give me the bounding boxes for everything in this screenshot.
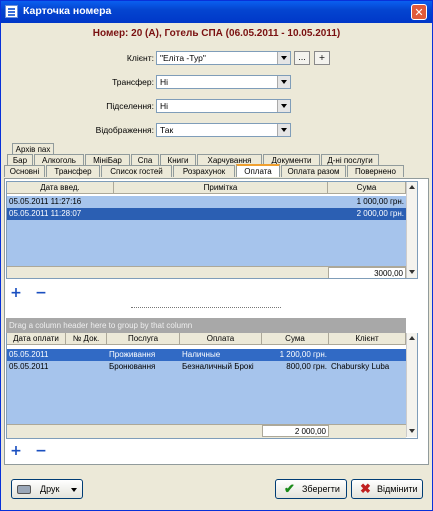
display-select[interactable]: Так	[156, 123, 291, 137]
scroll-up-icon[interactable]	[408, 183, 416, 191]
cancel-icon: ✖	[360, 481, 371, 496]
cell-sum: 1 000,00 грн.	[356, 197, 404, 206]
save-button[interactable]: ✔ Зберегти	[275, 479, 347, 499]
remove-button[interactable]: −	[33, 286, 49, 301]
scrollbar[interactable]	[406, 333, 417, 437]
settle-label: Підселення:	[106, 101, 154, 111]
settle-label-row: Підселення:	[61, 99, 154, 113]
cell-service: Проживання	[109, 350, 156, 359]
cell-payment-date: 05.05.2011	[9, 362, 49, 371]
room-header: Номер: 20 (А), Готель СПА (06.05.2011 - …	[92, 28, 341, 39]
printer-icon	[17, 485, 31, 494]
client-select[interactable]: "Еліта -Тур"	[156, 51, 291, 65]
cell-doc	[66, 361, 107, 373]
client-label-row: Клієнт:	[61, 51, 154, 65]
total-sum: 3000,00	[328, 267, 406, 278]
tab-payment-total[interactable]: Оплата разом	[281, 165, 346, 177]
column-header-doc[interactable]: № Док.	[66, 333, 107, 345]
cell-note	[114, 196, 328, 208]
chevron-down-icon[interactable]	[277, 52, 290, 64]
remove-button[interactable]: −	[33, 444, 49, 459]
table-row[interactable]: 05.05.2011 Бронювання Безналичный Брокі …	[7, 361, 406, 373]
transfer-label-row: Трансфер:	[61, 75, 154, 89]
scroll-down-icon[interactable]	[408, 268, 416, 276]
settle-select[interactable]: Ні	[156, 99, 291, 113]
payments-grid: Дата оплати № Док. Послуга Оплата Сума К…	[6, 333, 418, 439]
tab-guest-list[interactable]: Список гостей	[101, 165, 172, 177]
footer-row: 2 000,00	[7, 424, 406, 438]
tab-calculation[interactable]: Розрахунок	[173, 165, 235, 177]
cell-date: 05.05.2011 11:27:16	[9, 197, 82, 206]
display-label: Відображення:	[95, 125, 154, 135]
tab-returned[interactable]: Повернено	[347, 165, 404, 177]
close-icon: ✕	[414, 6, 424, 19]
transfer-value: Ні	[160, 77, 169, 87]
app-icon	[5, 5, 18, 18]
column-header-payment[interactable]: Оплата	[180, 333, 262, 345]
cell-sum: 800,00 грн.	[286, 362, 327, 371]
cell-note	[114, 208, 328, 220]
scroll-down-icon[interactable]	[408, 427, 416, 435]
empty-area	[7, 373, 406, 425]
cancel-button[interactable]: ✖ Відмінити	[351, 479, 423, 499]
cell-date: 05.05.2011 11:28:07	[9, 209, 82, 218]
window-title: Карточка номера	[23, 5, 112, 17]
add-button[interactable]: +	[8, 444, 24, 459]
column-header-sum[interactable]: Сума	[262, 333, 329, 345]
table-row[interactable]: 05.05.2011 Проживання Наличные 1 200,00 …	[7, 349, 406, 361]
chevron-down-icon[interactable]	[71, 488, 77, 492]
cell-payment: Наличные	[182, 350, 221, 359]
save-label: Зберегти	[302, 484, 340, 494]
column-header-date[interactable]: Дата введ.	[7, 182, 114, 194]
checkmark-icon: ✔	[284, 481, 295, 496]
cell-client	[329, 349, 406, 361]
window: Карточка номера ✕ Номер: 20 (А), Готель …	[0, 0, 433, 511]
cell-sum: 2 000,00 грн.	[356, 209, 404, 218]
title-bar: Карточка номера ✕	[1, 1, 432, 23]
group-by-panel[interactable]: Drag a column header here to group by th…	[6, 318, 406, 333]
cell-sum: 1 200,00 грн.	[279, 350, 327, 359]
client-label: Клієнт:	[126, 53, 154, 63]
print-button[interactable]: Друк	[11, 479, 83, 499]
print-label: Друк	[40, 484, 60, 494]
tab-payment[interactable]: Оплата	[236, 164, 280, 177]
entries-grid: Дата введ. Примітка Сума 05.05.2011 11:2…	[6, 181, 418, 279]
scroll-up-icon[interactable]	[408, 334, 416, 342]
chevron-down-icon[interactable]	[277, 76, 290, 88]
cancel-label: Відмінити	[377, 484, 418, 494]
transfer-label: Трансфер:	[112, 77, 154, 87]
column-header-note[interactable]: Примітка	[114, 182, 328, 194]
transfer-select[interactable]: Ні	[156, 75, 291, 89]
display-value: Так	[160, 125, 174, 135]
empty-area	[7, 219, 406, 267]
tab-main[interactable]: Основні	[4, 165, 45, 177]
cell-doc	[66, 349, 107, 361]
cell-payment-date: 05.05.2011	[9, 350, 49, 359]
column-header-service[interactable]: Послуга	[107, 333, 180, 345]
close-button[interactable]: ✕	[411, 4, 427, 20]
display-label-row: Відображення:	[61, 123, 154, 137]
chevron-down-icon[interactable]	[277, 124, 290, 136]
client-browse-button[interactable]: ...	[294, 51, 310, 65]
scrollbar[interactable]	[406, 182, 417, 278]
client-add-button[interactable]: +	[314, 51, 330, 65]
column-header-payment-date[interactable]: Дата оплати	[7, 333, 66, 345]
cell-service: Бронювання	[109, 362, 156, 371]
column-header-sum[interactable]: Сума	[328, 182, 406, 194]
add-button[interactable]: +	[8, 286, 24, 301]
footer-row: 3000,00	[7, 266, 406, 278]
cell-payment: Безналичный Брокі	[182, 362, 254, 371]
settle-value: Ні	[160, 101, 169, 111]
column-header-client[interactable]: Клієнт	[329, 333, 406, 345]
chevron-down-icon[interactable]	[277, 100, 290, 112]
client-value: "Еліта -Тур"	[160, 53, 206, 63]
table-row[interactable]: 05.05.2011 11:28:07 2 000,00 грн.	[7, 208, 406, 220]
total-sum: 2 000,00	[262, 425, 329, 437]
splitter[interactable]	[131, 307, 281, 312]
cell-client: Chabursky Luba	[331, 362, 390, 371]
table-row[interactable]: 05.05.2011 11:27:16 1 000,00 грн.	[7, 196, 406, 208]
tab-transfer[interactable]: Трансфер	[46, 165, 100, 177]
